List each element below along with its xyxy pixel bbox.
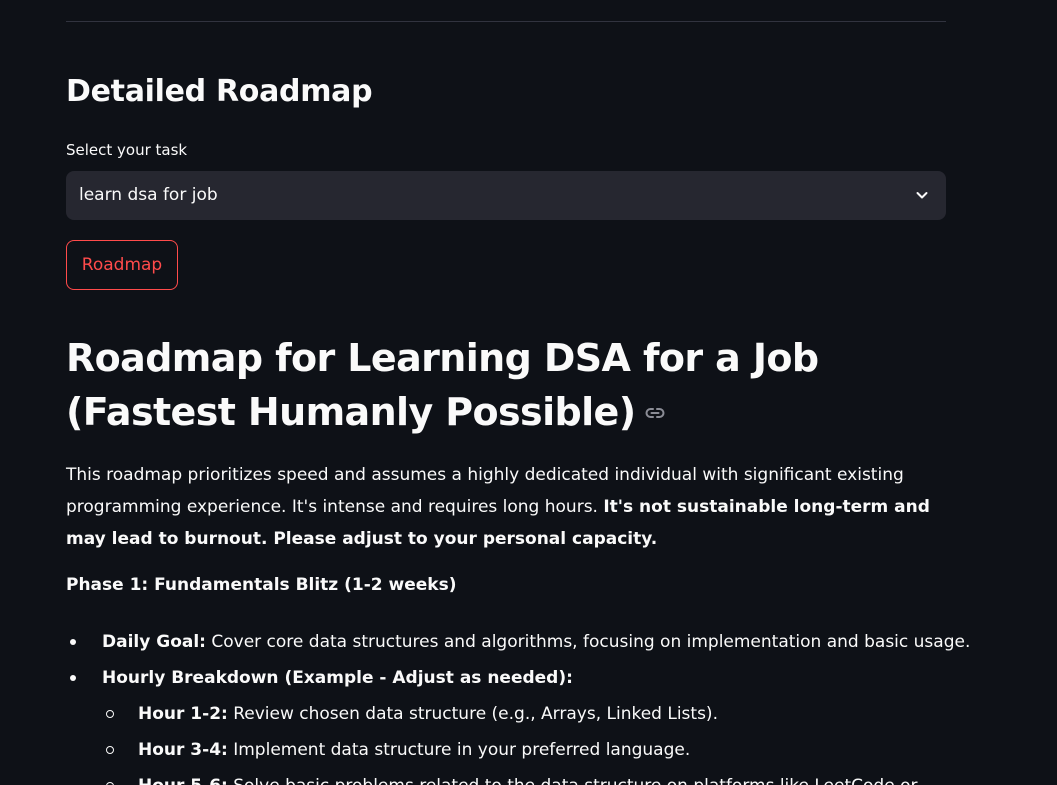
task-select-value: learn dsa for job [79, 185, 218, 205]
app-page: Detailed Roadmap Select your task learn … [0, 0, 1057, 785]
task-select[interactable]: learn dsa for job [66, 171, 946, 220]
list-item: Hourly Breakdown (Example - Adjust as ne… [66, 662, 946, 785]
hour-label: Hour 1-2: [138, 704, 228, 724]
hour-label: Hour 3-4: [138, 740, 228, 760]
list-item: Hour 5-6: Solve basic problems related t… [102, 770, 946, 785]
section-heading: Detailed Roadmap [66, 74, 373, 109]
task-select-label: Select your task [66, 141, 188, 159]
list-item: Hour 1-2: Review chosen data structure (… [102, 698, 946, 730]
phase-1-list: Daily Goal: Cover core data structures a… [66, 626, 970, 785]
roadmap-title: Roadmap for Learning DSA for a Job (Fast… [66, 331, 946, 439]
phase-1-title: Phase 1: Fundamentals Blitz (1-2 weeks) [66, 575, 457, 595]
hour-text: Implement data structure in your preferr… [227, 740, 691, 760]
daily-goal-label: Daily Goal: [102, 632, 206, 652]
hour-text: Review chosen data structure (e.g., Arra… [227, 704, 718, 724]
daily-goal-text: Cover core data structures and algorithm… [205, 632, 971, 652]
link-icon[interactable] [643, 401, 667, 425]
divider [66, 21, 946, 22]
hour-text: Solve basic problems related to the data… [228, 776, 917, 785]
hour-label: Hour 5-6: [138, 776, 228, 785]
hourly-breakdown-list: Hour 1-2: Review chosen data structure (… [102, 698, 946, 785]
chevron-down-icon[interactable] [914, 187, 930, 203]
roadmap-intro: This roadmap prioritizes speed and assum… [66, 459, 946, 555]
roadmap-title-text: Roadmap for Learning DSA for a Job (Fast… [66, 336, 819, 434]
hourly-breakdown-label: Hourly Breakdown (Example - Adjust as ne… [102, 668, 573, 688]
list-item: Daily Goal: Cover core data structures a… [66, 626, 970, 658]
list-item: Hour 3-4: Implement data structure in yo… [102, 734, 946, 766]
roadmap-button[interactable]: Roadmap [66, 240, 178, 290]
